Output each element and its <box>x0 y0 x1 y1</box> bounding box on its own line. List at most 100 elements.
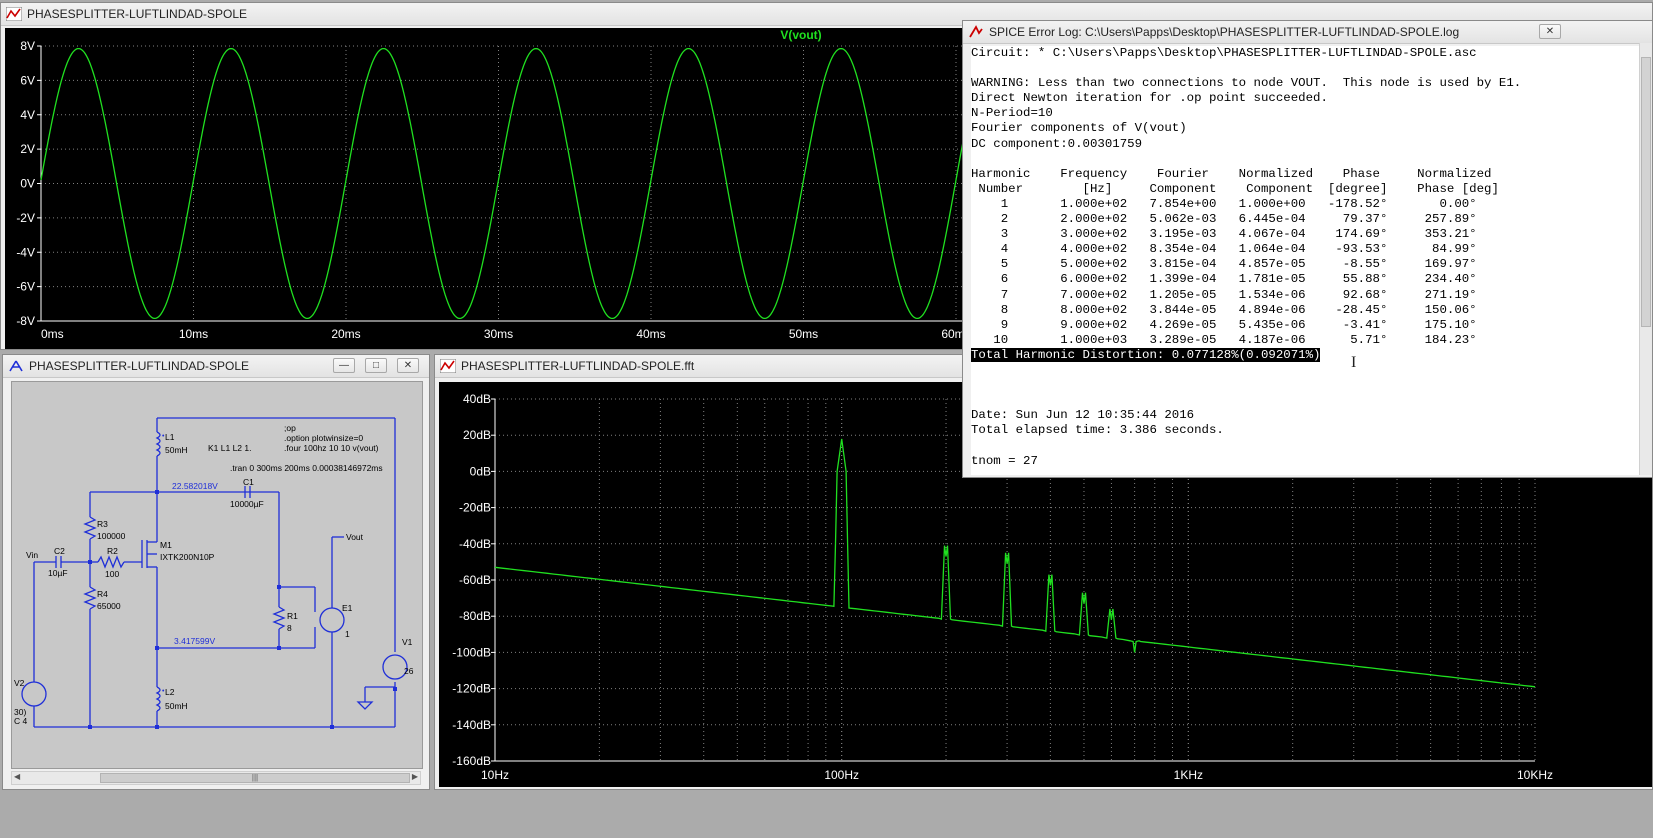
scroll-left-arrow[interactable]: ◀ <box>14 772 20 781</box>
fft-window-title: PHASESPLITTER-LUFTLINDAD-SPOLE.fft <box>461 359 695 373</box>
log-table-row: 2 2.000e+02 5.062e-03 6.445e-04 79.37° 2… <box>971 212 1477 227</box>
e1-value[interactable]: 1 <box>345 629 350 639</box>
wave-xtick-label: 0ms <box>41 327 64 341</box>
schematic-window-title: PHASESPLITTER-LUFTLINDAD-SPOLE <box>29 359 250 373</box>
directive-coupling[interactable]: K1 L1 L2 1. <box>208 443 251 453</box>
log-titlebar[interactable]: SPICE Error Log: C:\Users\Papps\Desktop\… <box>963 21 1652 44</box>
c1-label[interactable]: C1 <box>243 477 254 487</box>
fft-ytick-label: -140dB <box>452 718 491 732</box>
schematic-minimize-button[interactable]: — <box>333 358 355 373</box>
fft-ytick-label: -100dB <box>452 645 491 659</box>
wave-ytick-label: 2V <box>20 142 35 156</box>
wave-ytick-label: -2V <box>16 211 35 225</box>
log-window-title: SPICE Error Log: C:\Users\Papps\Desktop\… <box>989 25 1460 39</box>
text-cursor-icon: I <box>1351 354 1357 371</box>
waveform-svg: 8V 6V 4V 2V 0V -2V -4V -6V -8V 0ms 10ms 20ms 30ms 40m… <box>16 28 1018 341</box>
r4-label[interactable]: R4 <box>97 589 108 599</box>
net-vout-label[interactable]: Vout <box>346 532 364 542</box>
log-line-nperiod: N-Period=10 <box>971 106 1053 121</box>
log-line-date: Date: Sun Jun 12 10:35:44 2016 <box>971 408 1195 423</box>
schematic-titlebar[interactable]: PHASESPLITTER-LUFTLINDAD-SPOLE — □ ✕ <box>3 355 429 378</box>
log-table-header-1: Harmonic Frequency Fourier Normalized Ph… <box>971 166 1492 181</box>
r2-value[interactable]: 100 <box>105 569 119 579</box>
l1-value[interactable]: 50mH <box>165 445 188 455</box>
schematic-close-button[interactable]: ✕ <box>397 358 419 373</box>
schematic-canvas[interactable]: ;op .option plotwinsize=0 .four 100hz 10… <box>11 381 423 769</box>
wave-ytick-label: 8V <box>20 39 35 53</box>
waveform-app-icon <box>6 7 22 21</box>
log-text-area[interactable]: Circuit: * C:\Users\Papps\Desktop\PHASES… <box>971 46 1640 475</box>
log-table-row: 10 1.000e+03 3.289e-05 4.187e-06 5.71° 1… <box>971 332 1477 347</box>
fft-ytick-label: -120dB <box>452 682 491 696</box>
schematic-app-icon <box>9 360 23 372</box>
schematic-hscroll-thumb[interactable]: ||| <box>100 773 410 783</box>
directive-op[interactable]: ;op <box>284 423 296 433</box>
wave-xtick-label: 20ms <box>331 327 360 341</box>
log-vscrollbar[interactable] <box>1639 43 1652 475</box>
r1-label[interactable]: R1 <box>287 611 298 621</box>
v2-value-2[interactable]: C 4 <box>14 716 28 726</box>
v1-label[interactable]: V1 <box>402 637 413 647</box>
r3-value[interactable]: 100000 <box>97 531 126 541</box>
r4-value[interactable]: 65000 <box>97 601 121 611</box>
log-close-button[interactable]: ✕ <box>1539 24 1561 39</box>
log-table-row: 3 3.000e+02 3.195e-03 4.067e-04 174.69° … <box>971 227 1477 242</box>
waveform-plot[interactable]: 8V 6V 4V 2V 0V -2V -4V -6V -8V 0ms 10ms 20ms 30ms 40m… <box>5 28 1018 349</box>
fft-ytick-label: -160dB <box>452 754 491 768</box>
r1-value[interactable]: 8 <box>287 623 292 633</box>
v1-value[interactable]: 26 <box>404 666 414 676</box>
wave-xtick-label: 10ms <box>179 327 208 341</box>
log-line-warning: WARNING: Less than two connections to no… <box>971 76 1522 91</box>
fft-xtick-label: 10KHz <box>1517 768 1553 782</box>
directive-four[interactable]: .four 100hz 10 10 v(vout) <box>284 443 379 453</box>
wave-ytick-label: -6V <box>16 280 35 294</box>
wave-xtick-label: 30ms <box>484 327 513 341</box>
log-table-row: 4 4.000e+02 8.354e-04 1.064e-04 -93.53° … <box>971 242 1477 257</box>
scroll-right-arrow[interactable]: ▶ <box>412 772 418 781</box>
log-line-thd-selected[interactable]: Total Harmonic Distortion: 0.077128%(0.0… <box>971 347 1321 362</box>
wave-ytick-label: 6V <box>20 73 35 87</box>
m1-label[interactable]: M1 <box>160 540 172 550</box>
schematic-window[interactable]: PHASESPLITTER-LUFTLINDAD-SPOLE — □ ✕ ;op… <box>2 354 430 790</box>
fft-app-icon <box>440 359 456 373</box>
log-table-row: 9 9.000e+02 4.269e-05 5.435e-06 -3.41° 1… <box>971 317 1477 332</box>
c1-value[interactable]: 10000µF <box>230 499 264 509</box>
r2-label[interactable]: R2 <box>107 546 118 556</box>
directive-option[interactable]: .option plotwinsize=0 <box>284 433 363 443</box>
log-line-dc: DC component:0.00301759 <box>971 136 1143 151</box>
wave-ytick-label: 4V <box>20 108 35 122</box>
fft-xtick-label: 10Hz <box>481 768 509 782</box>
fft-ytick-label: 40dB <box>463 392 491 406</box>
r3-label[interactable]: R3 <box>97 519 108 529</box>
schematic-maximize-button[interactable]: □ <box>365 358 387 373</box>
net-vin-label[interactable]: Vin <box>26 550 38 560</box>
node-voltage-top[interactable]: 22.582018V <box>172 481 218 491</box>
node-voltage-bottom[interactable]: 3.417599V <box>174 636 215 646</box>
v2-label[interactable]: V2 <box>14 678 25 688</box>
m1-value[interactable]: IXTK200N10P <box>160 552 215 562</box>
fft-ytick-label: -20dB <box>459 501 491 515</box>
fft-xtick-label: 100Hz <box>824 768 859 782</box>
log-table-row: 1 1.000e+02 7.854e+00 1.000e+00 -178.52°… <box>971 196 1477 211</box>
log-line-fourier: Fourier components of V(vout) <box>971 121 1187 136</box>
c2-label[interactable]: C2 <box>54 546 65 556</box>
log-line-tnom: tnom = 27 <box>971 453 1038 468</box>
e1-label[interactable]: E1 <box>342 603 353 613</box>
c2-value[interactable]: 10µF <box>48 568 68 578</box>
log-window[interactable]: SPICE Error Log: C:\Users\Papps\Desktop\… <box>962 20 1653 478</box>
log-table-row: 7 7.000e+02 1.205e-05 1.534e-06 92.68° 2… <box>971 287 1477 302</box>
l2-label[interactable]: L2 <box>165 687 175 697</box>
directive-tran[interactable]: .tran 0 300ms 200ms 0.00038146972ms <box>230 463 383 473</box>
wave-ytick-label: -8V <box>16 314 35 328</box>
log-vscroll-thumb[interactable] <box>1641 57 1651 327</box>
fft-ytick-label: -40dB <box>459 537 491 551</box>
l2-value[interactable]: 50mH <box>165 701 188 711</box>
l1-label[interactable]: L1 <box>165 432 175 442</box>
log-line-newton: Direct Newton iteration for .op point su… <box>971 91 1328 106</box>
log-table-header-2: Number [Hz] Component Component [degree]… <box>971 181 1499 196</box>
schematic-hscrollbar[interactable]: ◀ ||| ▶ <box>11 771 421 785</box>
wave-ytick-label: -4V <box>16 245 35 259</box>
waveform-window-title: PHASESPLITTER-LUFTLINDAD-SPOLE <box>27 7 248 21</box>
fft-ytick-label: -60dB <box>459 573 491 587</box>
log-table-row: 5 5.000e+02 3.815e-04 4.857e-05 -8.55° 1… <box>971 257 1477 272</box>
